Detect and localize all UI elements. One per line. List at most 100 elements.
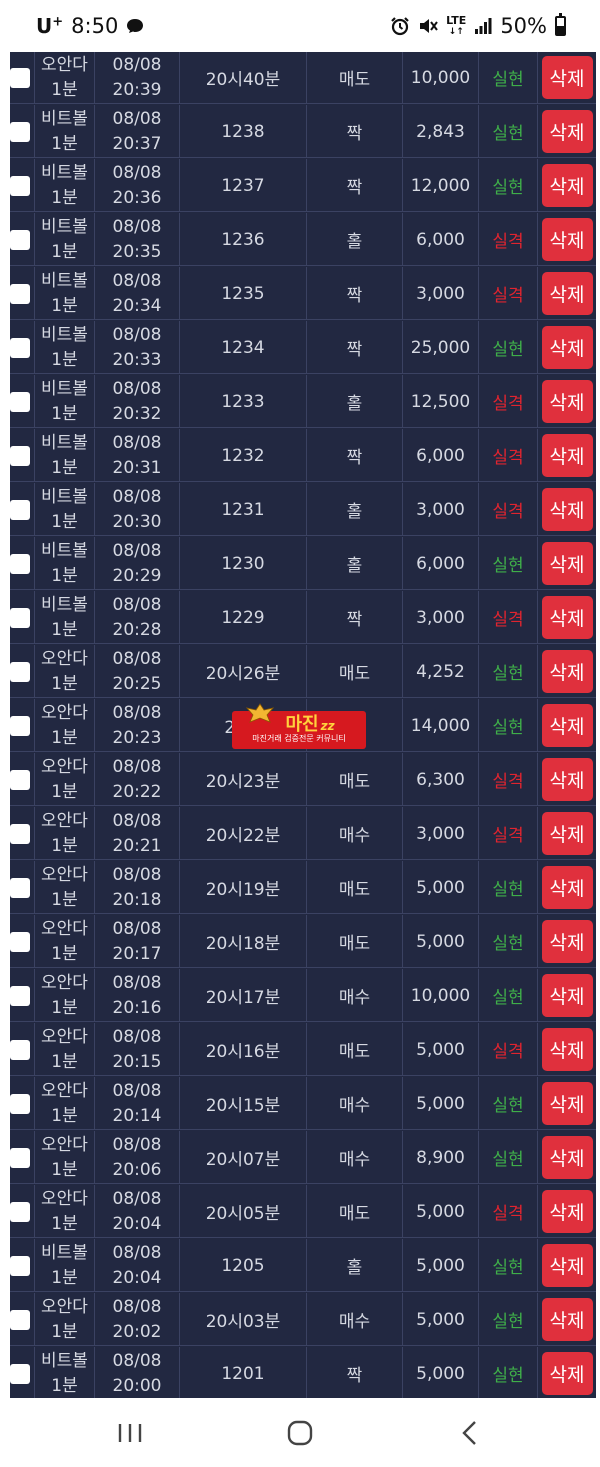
delete-cell: 삭제	[538, 1023, 596, 1076]
row-checkbox[interactable]	[10, 607, 30, 628]
row-checkbox-cell	[10, 321, 35, 374]
delete-button[interactable]: 삭제	[541, 164, 593, 207]
row-checkbox[interactable]	[10, 1093, 30, 1114]
delete-button[interactable]: 삭제	[541, 1190, 593, 1233]
pick-cell: 짝	[307, 591, 403, 644]
delete-button[interactable]: 삭제	[541, 218, 593, 261]
bet-date: 08/08	[112, 648, 162, 669]
delete-button[interactable]: 삭제	[541, 812, 593, 855]
bet-date: 08/08	[112, 972, 162, 993]
datetime-cell: 08/08 20:32	[95, 375, 180, 428]
delete-button[interactable]: 삭제	[541, 542, 593, 585]
delete-button[interactable]: 삭제	[541, 488, 593, 531]
carrier-label: U+	[36, 14, 64, 38]
pick-cell: 매수	[307, 969, 403, 1022]
delete-button[interactable]: 삭제	[541, 650, 593, 693]
pick-cell: 짝	[307, 1347, 403, 1398]
delete-button[interactable]: 삭제	[541, 272, 593, 315]
datetime-cell: 08/08 20:04	[95, 1239, 180, 1292]
pick-value: 매도	[338, 880, 371, 900]
row-checkbox[interactable]	[10, 715, 30, 736]
pick-value: 홀	[346, 556, 363, 576]
result-value: 실격	[492, 1204, 524, 1224]
table-row: 오안다 1분 08/08 20:16 20시17분 매수 10,000 실현 삭제	[10, 969, 596, 1022]
delete-button[interactable]: 삭제	[541, 1028, 593, 1071]
game-name: 비트볼	[41, 1242, 88, 1263]
row-checkbox[interactable]	[10, 1147, 30, 1168]
row-checkbox[interactable]	[10, 877, 30, 898]
game-cell: 오안다 1분	[35, 699, 95, 752]
bet-time: 20:31	[112, 457, 162, 478]
recent-apps-button[interactable]	[100, 1408, 160, 1458]
row-checkbox[interactable]	[10, 1363, 30, 1384]
delete-button[interactable]: 삭제	[541, 434, 593, 477]
delete-button[interactable]: 삭제	[541, 56, 593, 99]
game-name: 오안다	[41, 1026, 88, 1047]
row-checkbox[interactable]	[10, 769, 30, 790]
delete-button[interactable]: 삭제	[541, 1136, 593, 1179]
battery-icon	[555, 13, 566, 36]
result-cell: 실격	[479, 267, 538, 320]
bet-time: 20:15	[112, 1051, 162, 1072]
row-checkbox[interactable]	[10, 1309, 30, 1330]
result-cell: 실격	[479, 807, 538, 860]
amount-cell: 3,000	[403, 807, 479, 860]
delete-button[interactable]: 삭제	[541, 704, 593, 747]
row-checkbox[interactable]	[10, 337, 30, 358]
bet-time: 20:25	[112, 673, 162, 694]
row-checkbox[interactable]	[10, 823, 30, 844]
game-cell: 비트볼 1분	[35, 375, 95, 428]
row-checkbox[interactable]	[10, 229, 30, 250]
row-checkbox[interactable]	[10, 499, 30, 520]
delete-button[interactable]: 삭제	[541, 1298, 593, 1341]
amount-cell: 25,000	[403, 321, 479, 374]
round-value: 20시16분	[205, 1042, 281, 1062]
delete-button[interactable]: 삭제	[541, 1244, 593, 1287]
row-checkbox[interactable]	[10, 67, 30, 88]
game-name: 오안다	[41, 810, 88, 831]
delete-button[interactable]: 삭제	[541, 1352, 593, 1395]
delete-button[interactable]: 삭제	[541, 326, 593, 369]
row-checkbox[interactable]	[10, 1255, 30, 1276]
game-interval: 1분	[51, 511, 78, 532]
game-name: 비트볼	[41, 594, 88, 615]
row-checkbox[interactable]	[10, 283, 30, 304]
round-value: 1234	[221, 337, 265, 358]
delete-button[interactable]: 삭제	[541, 758, 593, 801]
pick-cell: 매도	[307, 915, 403, 968]
amount-value: 3,000	[416, 823, 465, 844]
delete-button[interactable]: 삭제	[541, 1082, 593, 1125]
delete-button[interactable]: 삭제	[541, 380, 593, 423]
row-checkbox[interactable]	[10, 391, 30, 412]
round-cell: 20시22분	[180, 807, 307, 860]
row-checkbox[interactable]	[10, 931, 30, 952]
delete-button[interactable]: 삭제	[541, 596, 593, 639]
bet-time: 20:14	[112, 1105, 162, 1126]
game-cell: 비트볼 1분	[35, 159, 95, 212]
delete-button[interactable]: 삭제	[541, 920, 593, 963]
row-checkbox[interactable]	[10, 661, 30, 682]
home-button[interactable]	[270, 1408, 330, 1458]
game-cell: 비트볼 1분	[35, 1239, 95, 1292]
row-checkbox[interactable]	[10, 1201, 30, 1222]
back-button[interactable]	[440, 1408, 500, 1458]
row-checkbox[interactable]	[10, 121, 30, 142]
game-cell: 오안다 1분	[35, 861, 95, 914]
amount-cell: 5,000	[403, 1023, 479, 1076]
game-name: 비트볼	[41, 270, 88, 291]
game-cell: 비트볼 1분	[35, 429, 95, 482]
row-checkbox[interactable]	[10, 553, 30, 574]
row-checkbox[interactable]	[10, 985, 30, 1006]
row-checkbox[interactable]	[10, 445, 30, 466]
row-checkbox[interactable]	[10, 175, 30, 196]
bet-time: 20:17	[112, 943, 162, 964]
pick-cell: 매수	[307, 1131, 403, 1184]
delete-button[interactable]: 삭제	[541, 110, 593, 153]
delete-button[interactable]: 삭제	[541, 974, 593, 1017]
game-cell: 오안다 1분	[35, 1293, 95, 1346]
row-checkbox[interactable]	[10, 1039, 30, 1060]
amount-value: 2,843	[416, 121, 465, 142]
result-value: 실현	[492, 70, 524, 90]
delete-button[interactable]: 삭제	[541, 866, 593, 909]
amount-value: 6,000	[416, 553, 465, 574]
